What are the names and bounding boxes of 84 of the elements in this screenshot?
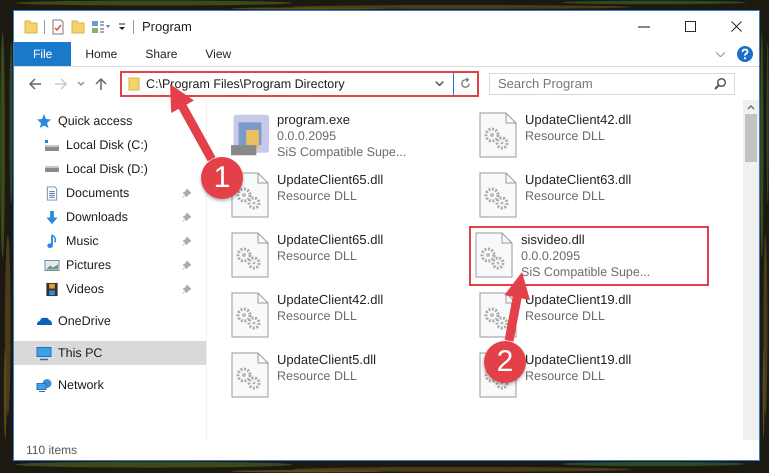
- gear-file-icon[interactable]: [475, 232, 513, 278]
- file-name[interactable]: UpdateClient42.dll: [525, 112, 632, 128]
- address-path: C:\Program Files\Program Directory: [146, 76, 345, 90]
- program-icon[interactable]: [231, 112, 269, 158]
- file-name[interactable]: UpdateClient42.dll: [277, 292, 384, 308]
- file-detail: Resource DLL: [277, 308, 358, 324]
- scrollbar-thumb[interactable]: [745, 114, 757, 162]
- search-icon[interactable]: [713, 76, 727, 90]
- nav-item[interactable]: Local Disk (C:): [66, 138, 148, 152]
- file-name[interactable]: UpdateClient19.dll: [525, 352, 632, 368]
- file-name[interactable]: UpdateClient65.dll: [277, 232, 384, 248]
- pin-icon[interactable]: [182, 188, 192, 198]
- file-name[interactable]: program.exe: [277, 112, 406, 128]
- minimize-icon: [638, 26, 650, 28]
- gear-file-icon[interactable]: [231, 352, 269, 398]
- pin-icon[interactable]: [182, 236, 192, 246]
- pin-icon[interactable]: [182, 260, 192, 270]
- close-icon: [730, 21, 742, 32]
- network-icon: [36, 378, 52, 392]
- expand-ribbon-icon[interactable]: [716, 52, 725, 56]
- file-name[interactable]: UpdateClient5.dll: [277, 352, 376, 368]
- nav-item[interactable]: Videos: [66, 282, 104, 296]
- scrollbar[interactable]: [743, 100, 759, 440]
- pin-icon[interactable]: [182, 284, 192, 294]
- star-icon: [36, 114, 52, 128]
- ribbon-tab[interactable]: View: [191, 42, 246, 66]
- file-detail: Resource DLL: [277, 248, 358, 264]
- file-detail: 0.0.0.2095: [521, 248, 582, 264]
- nav-item[interactable]: Downloads: [66, 210, 128, 224]
- properties-icon[interactable]: [51, 18, 65, 34]
- help-icon[interactable]: [737, 46, 753, 62]
- folder-icon: [127, 76, 141, 90]
- file-detail: Resource DLL: [525, 188, 606, 204]
- ribbon-tab[interactable]: Home: [71, 42, 132, 66]
- picture-icon: [44, 258, 60, 272]
- drive-icon: [44, 138, 60, 152]
- file-detail: Resource DLL: [525, 368, 606, 384]
- nav-item[interactable]: Network: [58, 378, 104, 392]
- ribbon-tab[interactable]: Share: [131, 42, 192, 66]
- gear-file-icon[interactable]: [231, 292, 269, 338]
- nav-item[interactable]: OneDrive: [58, 314, 111, 328]
- file-name[interactable]: UpdateClient63.dll: [525, 172, 632, 188]
- back-arrow-icon[interactable]: [27, 76, 43, 92]
- forward-arrow-icon[interactable]: [53, 76, 69, 92]
- file-detail: Resource DLL: [277, 368, 358, 384]
- file-detail: 0.0.0.2095: [277, 128, 338, 144]
- chevron-down-icon[interactable]: [435, 81, 444, 86]
- folder-icon[interactable]: [24, 18, 38, 34]
- maximize-icon: [684, 21, 696, 32]
- up-arrow-icon[interactable]: [93, 76, 109, 92]
- refresh-icon: [459, 77, 472, 90]
- download-icon: [44, 210, 60, 224]
- file-detail: SiS Compatible Supe...: [521, 264, 650, 280]
- nav-item[interactable]: Music: [66, 234, 99, 248]
- nav-item[interactable]: Pictures: [66, 258, 112, 272]
- gear-file-icon[interactable]: [479, 172, 517, 218]
- film-icon: [44, 282, 60, 296]
- document-icon: [44, 186, 60, 200]
- drive-icon: [44, 165, 60, 173]
- search-field[interactable]: Search Program: [489, 72, 735, 94]
- file-detail: Resource DLL: [277, 188, 358, 204]
- nav-item[interactable]: Local Disk (D:): [66, 162, 148, 176]
- address-bar[interactable]: C:\Program Files\Program Directory: [120, 70, 479, 96]
- file-name[interactable]: sisvideo.dll: [521, 232, 650, 248]
- scroll-up-icon[interactable]: [747, 105, 755, 110]
- monitor-icon: [36, 346, 52, 360]
- file-name[interactable]: UpdateClient65.dll: [277, 172, 384, 188]
- gear-file-icon[interactable]: [231, 232, 269, 278]
- ribbon-tab[interactable]: File: [14, 42, 72, 66]
- item-count: 110 items: [26, 443, 78, 457]
- chevron-down-icon[interactable]: [77, 81, 85, 86]
- file-detail: Resource DLL: [525, 308, 606, 324]
- pin-icon[interactable]: [182, 212, 192, 222]
- folder-icon[interactable]: [71, 18, 85, 34]
- nav-item[interactable]: Quick access: [58, 114, 132, 128]
- file-detail: SiS Compatible Supe...: [277, 144, 406, 160]
- gear-file-icon[interactable]: [479, 112, 517, 158]
- file-name[interactable]: UpdateClient19.dll: [525, 292, 632, 308]
- view-options-icon[interactable]: [91, 18, 111, 34]
- nav-item[interactable]: Documents: [66, 186, 130, 200]
- window-title: Program: [142, 19, 192, 34]
- file-detail: Resource DLL: [525, 128, 606, 144]
- dropdown-icon[interactable]: [117, 22, 127, 32]
- nav-item[interactable]: This PC: [58, 346, 102, 360]
